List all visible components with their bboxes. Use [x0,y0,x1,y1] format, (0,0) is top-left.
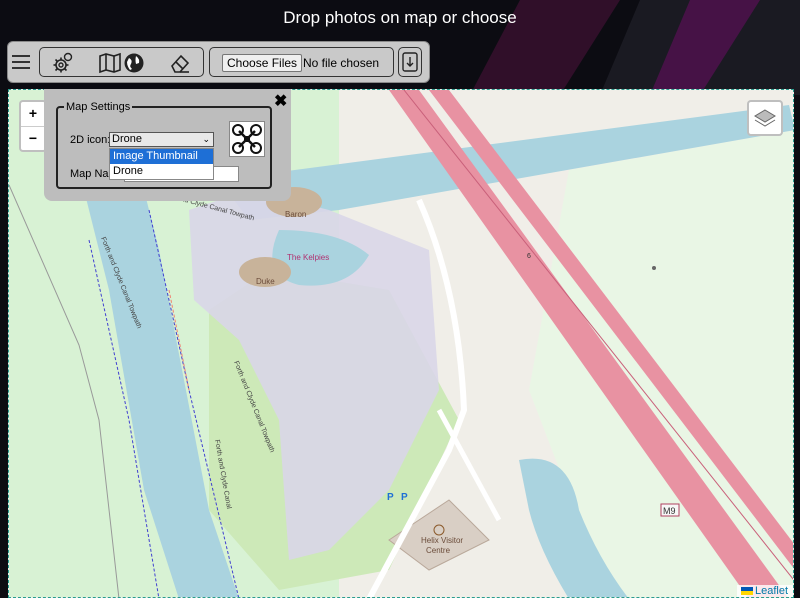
attribution: Leaflet [736,585,793,597]
map-settings-panel: ✖ Map Settings 2D icon: Drone ⌄ Map Name… [44,89,291,201]
icon-dropdown: Image Thumbnail Drone [109,148,214,180]
map-label-kelpies: The Kelpies [287,253,329,262]
tool-group [39,47,204,77]
gear-icon[interactable] [51,51,75,75]
page-title: Drop photos on map or choose [283,8,517,27]
layers-icon [754,109,776,127]
icon-select-value: Drone [112,133,142,145]
zoom-control: + − [19,100,47,152]
layers-button[interactable] [747,100,783,136]
parking-icon: P [387,492,394,503]
icon-option-image-thumbnail[interactable]: Image Thumbnail [110,149,213,164]
drone-preview [229,121,265,157]
map-label-road-m9: M9 [663,506,676,516]
choose-files-button[interactable]: Choose Files [222,54,303,72]
map-label-duke: Duke [256,277,275,286]
map-label-visitor-centre-1: Helix Visitor [421,536,463,545]
zoom-in-button[interactable]: + [21,102,45,127]
globe-icon[interactable] [122,51,146,75]
parking-icon-2: P [401,492,408,503]
map-label-baron: Baron [285,210,306,219]
chevron-down-icon: ⌄ [202,134,210,144]
download-button[interactable] [398,47,422,77]
eraser-icon[interactable] [168,51,192,75]
map-settings-legend: Map Settings [66,101,131,113]
mast-icon [652,266,656,270]
leaflet-link[interactable]: Leaflet [755,585,788,597]
icon-option-drone[interactable]: Drone [110,164,213,179]
toolbar: Choose Files No file chosen [7,41,430,83]
zoom-out-button[interactable]: − [21,127,45,151]
map-icon[interactable] [98,51,122,75]
icon-select[interactable]: Drone ⌄ [109,132,214,147]
drone-icon [232,124,262,154]
close-icon[interactable]: ✖ [274,91,287,111]
download-icon [402,52,418,72]
file-status: No file chosen [303,56,380,70]
icon-label: 2D icon: [70,134,111,146]
map-label-road-6: 6 [527,253,531,260]
hamburger-icon[interactable] [12,51,30,71]
file-picker: Choose Files No file chosen [209,47,394,77]
map-label-visitor-centre-2: Centre [426,546,451,555]
ukraine-flag-icon [740,587,753,596]
